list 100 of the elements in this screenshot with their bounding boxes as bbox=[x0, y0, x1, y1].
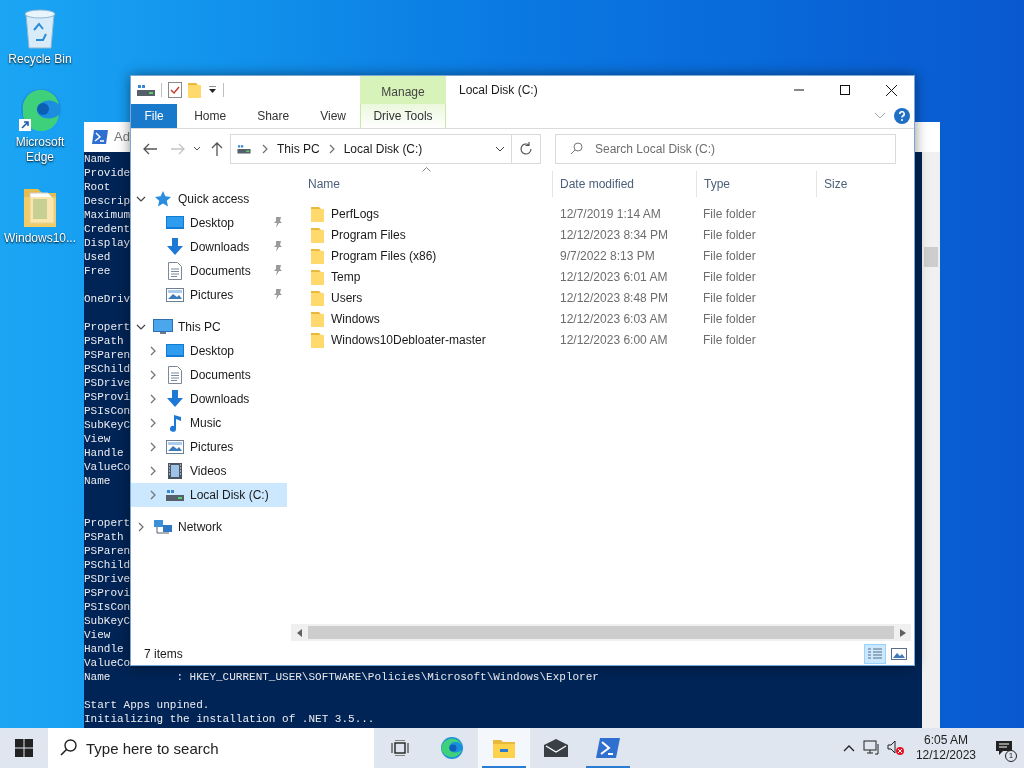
nav-item[interactable]: Documents bbox=[131, 259, 287, 283]
download-icon bbox=[165, 238, 185, 256]
file-name[interactable]: Windows bbox=[331, 309, 380, 328]
scrollbar[interactable] bbox=[922, 152, 940, 728]
console-line: Credent bbox=[84, 223, 131, 235]
drive-icon[interactable] bbox=[137, 83, 155, 97]
up-icon[interactable] bbox=[211, 142, 223, 156]
nav-item[interactable]: Documents bbox=[131, 363, 287, 387]
scrollbar-thumb[interactable] bbox=[924, 247, 938, 267]
type-cell-text: File folder bbox=[702, 205, 757, 223]
console-line: Provide bbox=[84, 167, 131, 179]
taskbar-search-field[interactable]: Type here to search bbox=[48, 728, 374, 768]
breadcrumb-chevron-icon[interactable] bbox=[327, 144, 336, 154]
browser-icon[interactable] bbox=[17, 87, 63, 133]
ribbon-tab[interactable]: View bbox=[306, 104, 360, 128]
clock[interactable]: 6:05 AM 12/12/2023 bbox=[907, 733, 984, 763]
customize-dropdown-icon[interactable] bbox=[208, 86, 217, 94]
nav-item[interactable]: Quick access bbox=[131, 187, 287, 211]
console-line: SubKeyC bbox=[84, 419, 131, 431]
nav-item[interactable]: Downloads bbox=[131, 387, 287, 411]
breadcrumb[interactable]: This PC bbox=[277, 140, 320, 158]
folder-icon bbox=[311, 289, 325, 306]
file-name[interactable]: Temp bbox=[331, 267, 361, 286]
ribbon-tab[interactable]: Home bbox=[180, 104, 241, 128]
message-icon bbox=[995, 740, 1013, 756]
dropdown-icon[interactable] bbox=[495, 146, 505, 152]
console-line: PSIsCon bbox=[84, 601, 131, 613]
file-name[interactable]: Program Files (x86) bbox=[331, 246, 437, 265]
nav-item[interactable]: Network bbox=[131, 515, 287, 539]
column-header[interactable]: Size bbox=[816, 171, 891, 197]
console-line: PSIsCon bbox=[84, 405, 131, 417]
console-line: Maximum bbox=[84, 209, 131, 221]
file-name[interactable]: Windows10Debloater-master bbox=[331, 330, 486, 349]
nav-item[interactable]: Pictures bbox=[131, 435, 287, 459]
nav-item[interactable]: Desktop bbox=[131, 211, 287, 235]
folder-icon bbox=[311, 205, 325, 222]
console-line: Display bbox=[84, 237, 131, 249]
network-icon bbox=[153, 519, 173, 535]
address-bar[interactable]: This PC Local Disk (C:) bbox=[230, 134, 512, 164]
console-line: Handle bbox=[84, 447, 124, 459]
date-cell-text: 12/12/2023 6:03 AM bbox=[559, 310, 669, 328]
console-line: Name bbox=[84, 153, 111, 165]
nav-item[interactable]: Pictures bbox=[131, 283, 287, 307]
file-name[interactable]: PerfLogs bbox=[331, 204, 380, 223]
recent-locations-icon[interactable] bbox=[193, 146, 201, 152]
breadcrumb-chevron-icon[interactable] bbox=[261, 144, 269, 154]
type-cell-text: File folder bbox=[702, 289, 757, 307]
date-cell-text: 12/12/2023 6:01 AM bbox=[559, 268, 669, 286]
column-header[interactable]: Name bbox=[291, 171, 552, 197]
nav-item[interactable]: Desktop bbox=[131, 339, 287, 363]
console-line: Name bbox=[84, 475, 111, 487]
breadcrumb[interactable]: Local Disk (C:) bbox=[343, 140, 423, 158]
time-text: 6:05 AM bbox=[923, 733, 968, 748]
notifications-button[interactable]: 1 bbox=[984, 728, 1024, 768]
console-line: Free bbox=[84, 265, 111, 277]
file-name[interactable]: Program Files bbox=[331, 225, 406, 244]
column-header[interactable]: Type bbox=[696, 171, 816, 197]
picture-icon bbox=[165, 288, 185, 302]
type-cell-text: File folder bbox=[702, 226, 757, 244]
help-icon[interactable] bbox=[894, 108, 910, 124]
drive-icon bbox=[165, 488, 185, 502]
ribbon-tab[interactable]: Drive Tools bbox=[360, 104, 446, 128]
console-line: PSParen bbox=[84, 545, 131, 557]
scrollbar-thumb[interactable] bbox=[308, 626, 894, 639]
console-line: Propert bbox=[84, 517, 131, 529]
console-line: PSChild bbox=[84, 363, 131, 375]
column-header[interactable]: Date modified bbox=[552, 171, 696, 197]
console-line: PSProvi bbox=[84, 587, 131, 599]
type-cell-text: File folder bbox=[702, 268, 757, 286]
properties-icon[interactable] bbox=[168, 82, 182, 98]
refresh-icon[interactable] bbox=[512, 134, 541, 164]
picture-icon bbox=[165, 440, 185, 454]
nav-item[interactable]: Local Disk (C:) bbox=[131, 483, 287, 507]
search-field[interactable]: Search Local Disk (C:) bbox=[555, 134, 896, 164]
console-line: PSDrive bbox=[84, 573, 131, 585]
nav-item[interactable]: Downloads bbox=[131, 235, 287, 259]
ribbon-tab[interactable]: Share bbox=[243, 104, 304, 128]
folder-icon bbox=[311, 226, 325, 243]
nav-item[interactable]: Music bbox=[131, 411, 287, 435]
star-icon bbox=[153, 190, 173, 208]
folder-icon[interactable] bbox=[478, 728, 530, 768]
file-name[interactable]: Users bbox=[331, 288, 363, 307]
back-icon[interactable] bbox=[143, 143, 157, 155]
date-cell-text: 12/7/2019 1:14 AM bbox=[559, 205, 662, 223]
console-line: Initializing the installation of .NET 3.5... bbox=[84, 713, 375, 725]
horizontal-scrollbar[interactable] bbox=[291, 624, 911, 641]
film-icon bbox=[165, 463, 185, 479]
date-text: 12/12/2023 bbox=[915, 748, 976, 763]
console-line: Handle bbox=[84, 643, 124, 655]
console-line: PSProvi bbox=[84, 391, 131, 403]
desktop-icon bbox=[165, 344, 185, 358]
date-cell-text: 12/12/2023 8:34 PM bbox=[559, 226, 670, 244]
console-line: Descrip bbox=[84, 195, 131, 207]
type-cell-text: File folder bbox=[702, 310, 757, 328]
file-tab[interactable]: File bbox=[131, 104, 178, 128]
nav-item[interactable]: Videos bbox=[131, 459, 287, 483]
search-icon bbox=[570, 142, 583, 155]
document-icon bbox=[165, 262, 185, 280]
computer-icon bbox=[153, 319, 173, 335]
nav-item[interactable]: This PC bbox=[131, 315, 287, 339]
